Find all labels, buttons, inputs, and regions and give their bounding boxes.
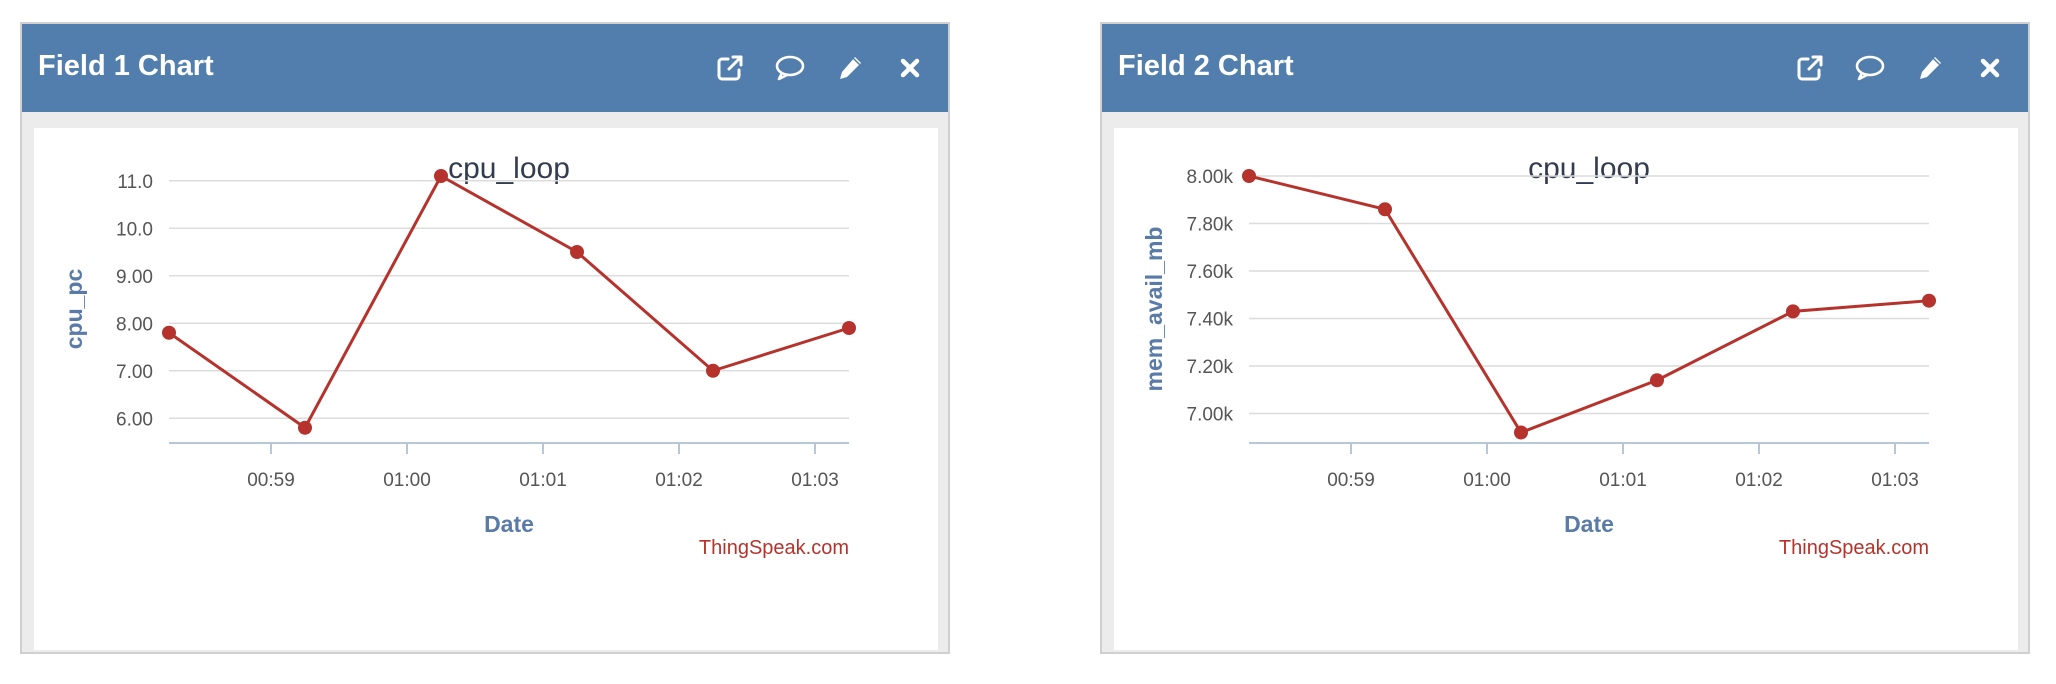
chart-panel-field-1: Field 1 Chart cpu_loop 6.00 7.00 8.00 9.… [20, 22, 950, 654]
credit-label: ThingSpeak.com [699, 537, 849, 559]
line-chart-cpu-pc: cpu_loop6.007.008.009.0010.011.000:59 01:… [61, 152, 856, 559]
x-tick-label: 00:59 [1327, 470, 1375, 491]
x-tick-label: 01:02 [655, 470, 703, 491]
close-icon[interactable] [1970, 50, 2010, 86]
header-toolbar [1790, 50, 2010, 86]
header-toolbar [710, 50, 930, 86]
x-axis-title: Date [484, 511, 534, 537]
y-tick-label: 7.00 [116, 362, 153, 383]
data-point [298, 420, 312, 435]
y-tick-label: 9.00 [116, 267, 153, 288]
panel-title: Field 2 Chart [1118, 50, 1294, 82]
external-link-icon[interactable] [710, 50, 750, 86]
line-chart-mem-avail: cpu_loop 7.00k 7.20k 7.40k 7.60k 7.80k 8.00k 00… [1141, 152, 1936, 559]
data-point [1786, 304, 1800, 319]
data-point [1242, 169, 1256, 183]
pencil-icon[interactable] [1910, 50, 1950, 86]
data-point [434, 169, 448, 183]
pencil-icon[interactable] [830, 50, 870, 86]
data-point [1922, 293, 1936, 308]
y-tick-label: 6.00 [116, 409, 153, 430]
y-tick-label: 7.80k [1187, 215, 1234, 236]
data-point [706, 363, 720, 378]
x-tick-label: 01:03 [1871, 470, 1919, 491]
close-icon[interactable] [890, 50, 930, 86]
data-point [1650, 373, 1664, 388]
y-tick-label: 7.20k [1187, 357, 1234, 378]
comment-icon[interactable] [1850, 50, 1890, 86]
panel-header: Field 1 Chart [22, 24, 948, 112]
chart-title: cpu_loop [1528, 152, 1650, 185]
y-axis-title: cpu_pc [61, 269, 87, 350]
chart-panel-field-2: Field 2 Chart cpu_loop 7.00k 7.20k 7.40k… [1100, 22, 2030, 654]
panel-title: Field 1 Chart [38, 50, 214, 82]
series-line [1248, 174, 1930, 435]
x-tick-label: 01:00 [1463, 470, 1511, 491]
y-tick-label: 7.40k [1187, 310, 1234, 331]
data-point [842, 321, 856, 335]
x-tick-label: 01:02 [1735, 470, 1783, 491]
data-point [570, 245, 584, 259]
y-tick-label: 10.0 [116, 219, 153, 240]
y-tick-label: 8.00 [116, 314, 153, 335]
x-tick-label: 01:00 [383, 470, 431, 491]
credit-label: ThingSpeak.com [1779, 537, 1929, 559]
y-tick-label: 11.0 [117, 172, 153, 193]
chart-area: cpu_loop 6.00 7.00 8.00 9.00 10.0 11.0 00:59 01:… [34, 128, 938, 650]
chart-area: cpu_loop 7.00k 7.20k 7.40k 7.60k 7.80k 8.00k 00… [1114, 128, 2018, 650]
x-tick-label: 01:01 [519, 470, 567, 491]
x-axis-title: Date [1564, 511, 1614, 537]
y-axis-title: mem_avail_mb [1141, 227, 1167, 392]
y-tick-label: 8.00k [1187, 167, 1234, 188]
x-tick-label: 01:03 [791, 470, 839, 491]
external-link-icon[interactable] [1790, 50, 1830, 86]
data-point [162, 325, 176, 340]
series-line [168, 173, 850, 430]
y-tick-label: 7.60k [1187, 262, 1234, 283]
data-point [1514, 425, 1528, 440]
y-tick-label: 7.00k [1187, 405, 1234, 426]
x-tick-label: 00:59 [247, 470, 295, 491]
comment-icon[interactable] [770, 50, 810, 86]
data-point [1378, 202, 1392, 217]
x-tick-label: 01:01 [1599, 470, 1647, 491]
panel-header: Field 2 Chart [1102, 24, 2028, 112]
